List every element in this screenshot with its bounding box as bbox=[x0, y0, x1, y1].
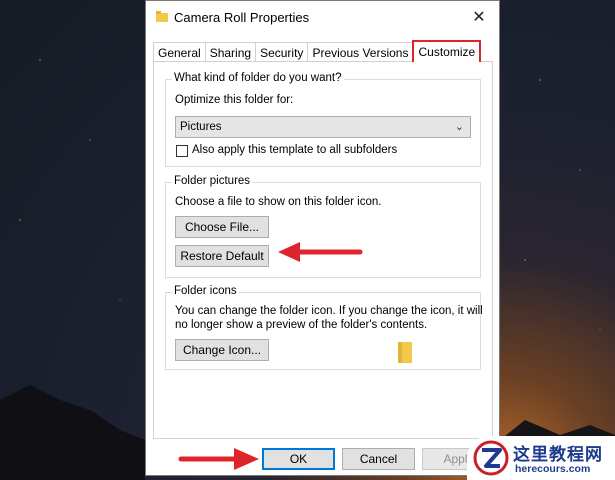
folder-type-group: What kind of folder do you want? Optimiz… bbox=[165, 72, 481, 167]
folder-icon bbox=[156, 11, 168, 22]
cancel-button[interactable]: Cancel bbox=[342, 448, 415, 470]
choose-file-button[interactable]: Choose File... bbox=[175, 216, 269, 238]
tab-strip: General Sharing Security Previous Versio… bbox=[153, 40, 482, 62]
tab-previous-versions[interactable]: Previous Versions bbox=[307, 42, 414, 62]
folder-icons-description-line2: no longer show a preview of the folder's… bbox=[175, 319, 428, 331]
window-title: Camera Roll Properties bbox=[174, 10, 310, 25]
folder-icon-preview bbox=[398, 342, 412, 363]
change-icon-button[interactable]: Change Icon... bbox=[175, 339, 269, 361]
optimize-select-value: Pictures bbox=[180, 121, 222, 133]
watermark-name: 这里教程网 bbox=[513, 445, 603, 464]
tab-customize[interactable]: Customize bbox=[412, 40, 482, 62]
apply-subfolders-label[interactable]: Also apply this template to all subfolde… bbox=[192, 144, 397, 156]
apply-subfolders-checkbox[interactable] bbox=[176, 145, 188, 157]
arrow-left-icon bbox=[278, 242, 363, 262]
folder-icons-description-line1: You can change the folder icon. If you c… bbox=[175, 305, 483, 317]
title-bar: Camera Roll Properties ✕ bbox=[146, 1, 499, 33]
ok-button[interactable]: OK bbox=[262, 448, 335, 470]
folder-icons-legend: Folder icons bbox=[172, 285, 239, 297]
optimize-select[interactable]: Pictures ⌄ bbox=[175, 116, 471, 138]
tab-general[interactable]: General bbox=[153, 42, 206, 62]
folder-type-legend: What kind of folder do you want? bbox=[172, 72, 344, 84]
chevron-down-icon: ⌄ bbox=[454, 121, 464, 133]
folder-icons-group: Folder icons You can change the folder i… bbox=[165, 285, 483, 370]
close-button[interactable]: ✕ bbox=[465, 5, 493, 29]
optimize-label: Optimize this folder for: bbox=[175, 94, 294, 106]
folder-pictures-description: Choose a file to show on this folder ico… bbox=[175, 196, 382, 208]
arrow-right-icon bbox=[178, 448, 259, 470]
properties-dialog: Camera Roll Properties ✕ General Sharing… bbox=[145, 0, 500, 476]
folder-pictures-legend: Folder pictures bbox=[172, 175, 253, 187]
tab-security[interactable]: Security bbox=[255, 42, 309, 62]
close-icon: ✕ bbox=[472, 9, 486, 26]
site-watermark: 这里教程网 herecours.com bbox=[467, 436, 615, 480]
tab-sharing[interactable]: Sharing bbox=[204, 42, 257, 62]
restore-default-button[interactable]: Restore Default bbox=[175, 245, 269, 267]
watermark-url: herecours.com bbox=[515, 463, 591, 475]
watermark-logo-icon bbox=[473, 440, 509, 476]
